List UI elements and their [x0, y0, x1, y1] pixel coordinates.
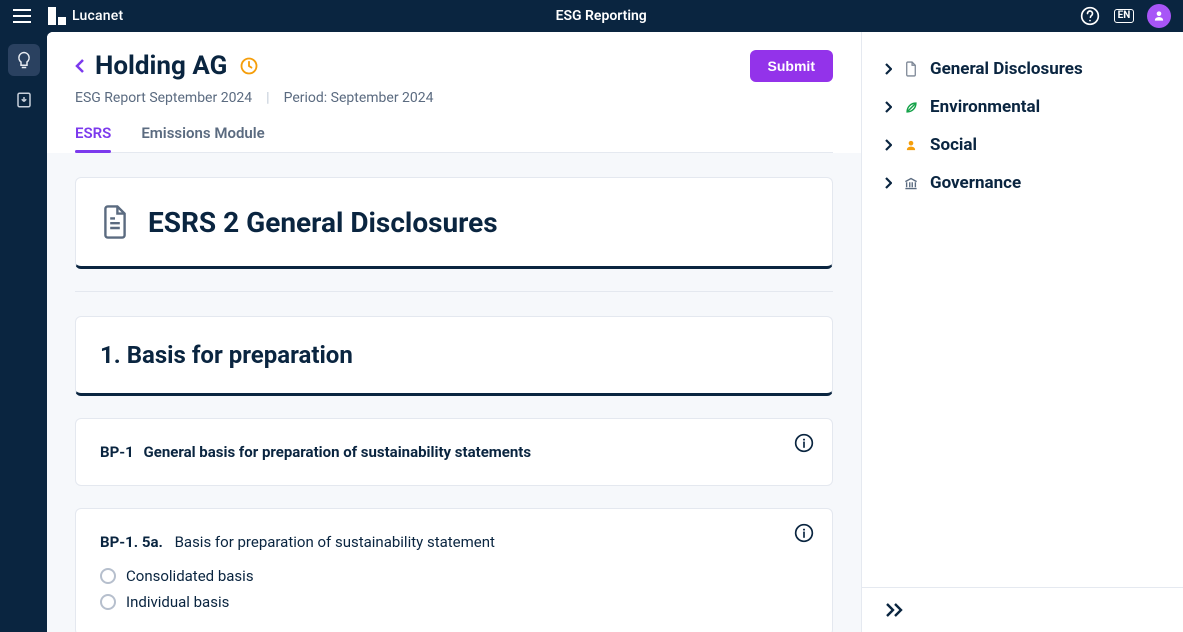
brand-name: Lucanet: [72, 8, 123, 24]
bp1-5a-card: BP-1. 5a. Basis for preparation of susta…: [75, 508, 833, 632]
side-rail: [0, 32, 47, 632]
chevron-right-icon: [884, 63, 892, 75]
hero-card: ESRS 2 General Disclosures: [75, 177, 833, 269]
page-header: Holding AG Submit ESG Report September 2…: [47, 32, 861, 153]
outline-label: Environmental: [930, 97, 1040, 117]
radio-icon: [100, 568, 116, 584]
content-scroll[interactable]: ESRS 2 General Disclosures 1. Basis for …: [47, 153, 861, 632]
language-button[interactable]: EN: [1113, 5, 1135, 27]
info-icon[interactable]: [794, 523, 814, 543]
outline-label: General Disclosures: [930, 59, 1083, 79]
logo-icon: [48, 7, 66, 25]
menu-toggle-icon[interactable]: [12, 6, 32, 26]
institution-icon: [902, 176, 920, 191]
status-pending-icon: [239, 56, 259, 76]
tab-esrs[interactable]: ESRS: [75, 124, 111, 152]
tab-emissions[interactable]: Emissions Module: [141, 124, 264, 152]
chevron-right-icon: [884, 101, 892, 113]
collapse-panel-button[interactable]: [884, 602, 1161, 618]
bp1-5a-code: BP-1. 5a.: [100, 533, 163, 551]
section-1-card: 1. Basis for preparation: [75, 316, 833, 396]
bp1-code: BP-1: [100, 443, 134, 461]
entity-title: Holding AG: [95, 51, 227, 81]
tab-bar: ESRS Emissions Module: [75, 124, 833, 153]
divider: [75, 291, 833, 292]
period-label: Period: September 2024: [284, 90, 434, 106]
app-title: ESG Reporting: [123, 8, 1079, 24]
radio-label: Consolidated basis: [126, 567, 254, 585]
radio-group-basis: Consolidated basis Individual basis: [100, 567, 808, 611]
outline-panel: General Disclosures Environmental: [861, 32, 1183, 632]
radio-icon: [100, 594, 116, 610]
rail-item-export[interactable]: [8, 84, 40, 116]
outline-environmental[interactable]: Environmental: [884, 88, 1161, 126]
brand-logo[interactable]: Lucanet: [48, 7, 123, 25]
outline-governance[interactable]: Governance: [884, 164, 1161, 202]
leaf-icon: [902, 100, 920, 115]
chevron-right-icon: [884, 139, 892, 151]
outline-general-disclosures[interactable]: General Disclosures: [884, 50, 1161, 88]
separator: |: [266, 90, 269, 106]
help-icon[interactable]: [1079, 5, 1101, 27]
section-1-title: 1. Basis for preparation: [100, 341, 808, 369]
user-avatar[interactable]: [1147, 4, 1171, 28]
document-icon: [100, 204, 130, 240]
chevron-right-icon: [884, 177, 892, 189]
submit-button[interactable]: Submit: [750, 50, 833, 82]
radio-consolidated[interactable]: Consolidated basis: [100, 567, 808, 585]
rail-item-esg[interactable]: [8, 44, 40, 76]
outline-label: Social: [930, 135, 977, 155]
report-name: ESG Report September 2024: [75, 90, 252, 106]
info-icon[interactable]: [794, 433, 814, 453]
radio-label: Individual basis: [126, 593, 229, 611]
hero-title: ESRS 2 General Disclosures: [148, 206, 498, 239]
outline-label: Governance: [930, 173, 1021, 193]
bp1-title: General basis for preparation of sustain…: [144, 443, 532, 461]
top-bar: Lucanet ESG Reporting EN: [0, 0, 1183, 32]
back-button[interactable]: [75, 58, 85, 74]
document-icon: [902, 61, 920, 77]
bp1-card: BP-1 General basis for preparation of su…: [75, 418, 833, 486]
outline-social[interactable]: Social: [884, 126, 1161, 164]
person-icon: [902, 138, 920, 153]
radio-individual[interactable]: Individual basis: [100, 593, 808, 611]
bp1-5a-title: Basis for preparation of sustainability …: [175, 533, 495, 551]
